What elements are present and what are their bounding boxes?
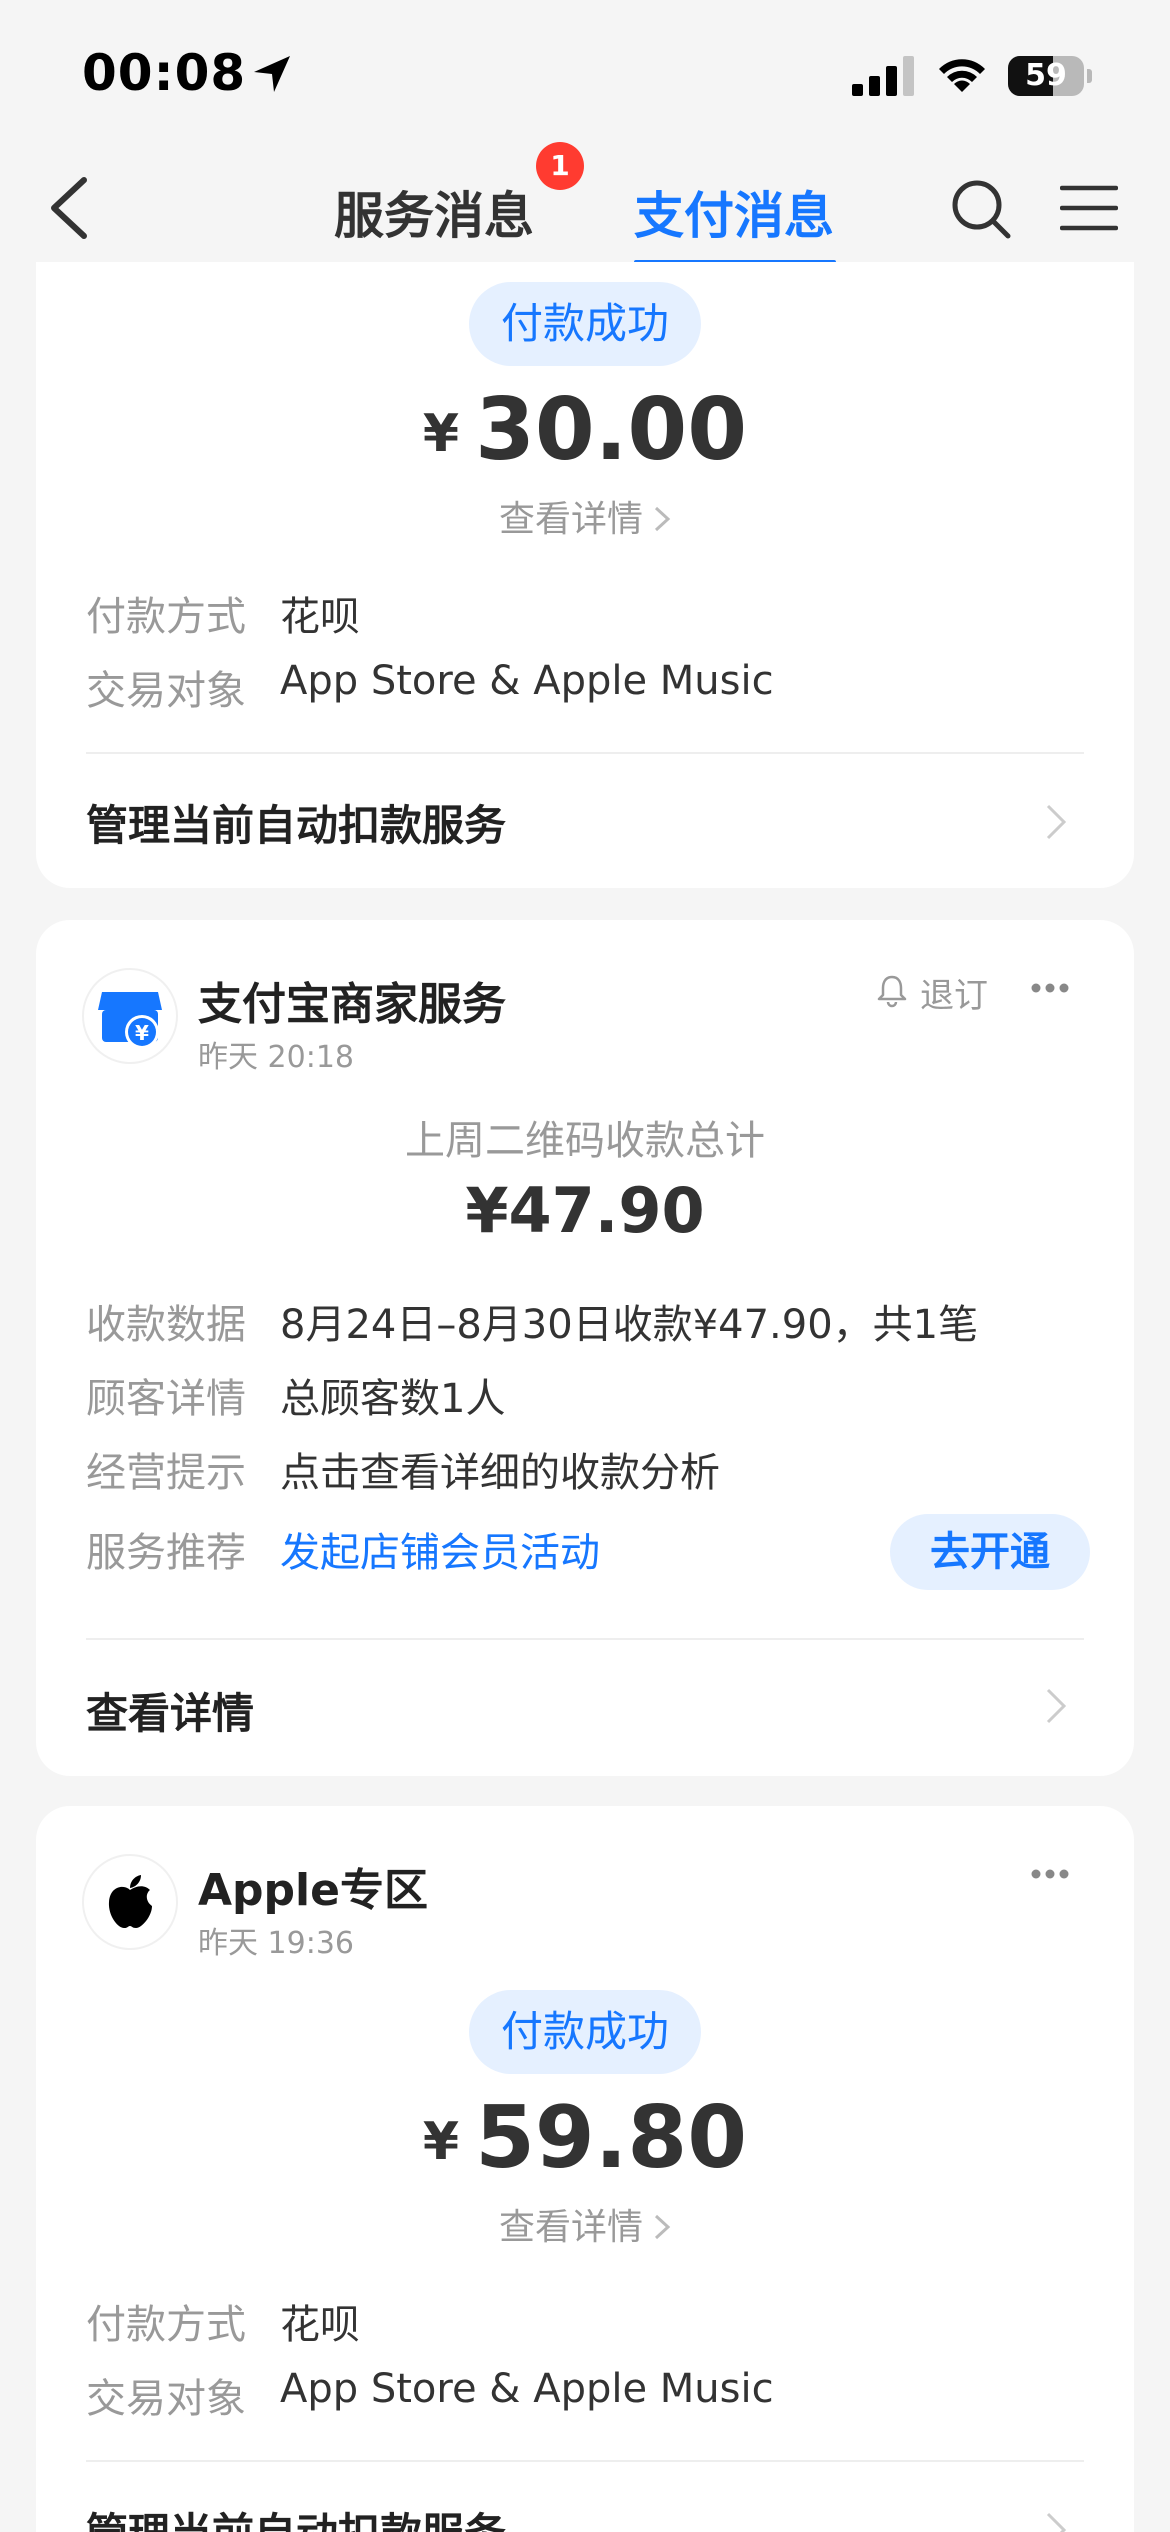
view-detail-link[interactable]: 查看详情 bbox=[36, 490, 1134, 542]
unsubscribe-button[interactable]: 退订 bbox=[920, 968, 988, 1017]
row-value: 总顾客数1人 bbox=[280, 1376, 506, 1422]
battery-indicator: 59 bbox=[1008, 56, 1092, 96]
divider bbox=[86, 1638, 1084, 1640]
tab-payment-messages[interactable]: 支付消息 bbox=[634, 176, 834, 248]
cellular-signal-icon bbox=[852, 56, 914, 96]
row-label: 交易对象 bbox=[86, 2376, 246, 2422]
merchant-avatar bbox=[84, 1856, 176, 1948]
payment-amount: ¥59.80 bbox=[422, 2088, 748, 2188]
chevron-right-icon bbox=[654, 2214, 671, 2240]
manage-autopay-button[interactable]: 管理当前自动扣款服务 bbox=[86, 2500, 506, 2532]
nav-header: 服务消息 支付消息 bbox=[0, 150, 1170, 272]
row-label: 服务推荐 bbox=[86, 1530, 246, 1576]
view-detail-button[interactable]: 查看详情 bbox=[86, 1680, 254, 1741]
battery-percent: 59 bbox=[1025, 58, 1067, 93]
row-label: 经营提示 bbox=[86, 1450, 246, 1496]
payment-card[interactable]: 付款成功 ¥30.00 查看详情 付款方式 花呗 交易对象 App Store … bbox=[36, 262, 1134, 888]
more-options-icon[interactable] bbox=[1028, 980, 1072, 996]
merchant-name: 支付宝商家服务 bbox=[198, 979, 506, 1030]
service-recommend-link[interactable]: 发起店铺会员活动 bbox=[280, 1520, 600, 1578]
payment-amount: ¥30.00 bbox=[422, 380, 748, 480]
chevron-right-icon bbox=[1046, 2512, 1067, 2532]
row-value: App Store & Apple Music bbox=[280, 658, 774, 704]
row-label: 收款数据 bbox=[86, 1302, 246, 1348]
tab-service-messages[interactable]: 服务消息 bbox=[334, 176, 534, 248]
row-value: 点击查看详细的收款分析 bbox=[280, 1450, 720, 1496]
row-value: 花呗 bbox=[280, 594, 360, 640]
message-time: 昨天 20:18 bbox=[198, 1040, 354, 1075]
row-value: 花呗 bbox=[280, 2302, 360, 2348]
wifi-icon bbox=[939, 59, 985, 92]
status-bar: 00:08 59 bbox=[0, 0, 1170, 150]
bell-icon[interactable] bbox=[874, 972, 910, 1008]
manage-autopay-button[interactable]: 管理当前自动扣款服务 bbox=[86, 792, 506, 853]
merchant-avatar: ¥ bbox=[84, 970, 176, 1062]
status-time: 00:08 bbox=[82, 44, 247, 102]
menu-icon[interactable] bbox=[1060, 182, 1118, 234]
merchant-name: Apple专区 bbox=[198, 1865, 428, 1916]
message-time: 昨天 19:36 bbox=[198, 1926, 354, 1961]
row-value: App Store & Apple Music bbox=[280, 2366, 774, 2412]
divider bbox=[86, 2460, 1084, 2462]
open-service-button[interactable]: 去开通 bbox=[890, 1514, 1090, 1590]
chevron-right-icon bbox=[1046, 804, 1067, 840]
apple-logo-icon bbox=[108, 1875, 152, 1928]
unread-badge: 1 bbox=[536, 142, 584, 190]
row-label: 交易对象 bbox=[86, 668, 246, 714]
row-label: 付款方式 bbox=[86, 2302, 246, 2348]
summary-amount: ¥47.90 bbox=[465, 1174, 705, 1247]
location-arrow-icon bbox=[254, 56, 290, 92]
search-icon[interactable] bbox=[948, 176, 1014, 242]
chevron-right-icon bbox=[654, 506, 671, 532]
chevron-right-icon bbox=[1046, 1688, 1067, 1724]
status-pill: 付款成功 bbox=[469, 282, 701, 366]
view-detail-link[interactable]: 查看详情 bbox=[36, 2198, 1134, 2250]
svg-text:¥: ¥ bbox=[135, 1021, 149, 1045]
status-pill: 付款成功 bbox=[469, 1990, 701, 2074]
divider bbox=[86, 752, 1084, 754]
store-icon: ¥ bbox=[98, 992, 162, 1049]
apple-payment-card[interactable]: Apple专区 昨天 19:36 付款成功 ¥59.80 查看详情 付款方式 花… bbox=[36, 1806, 1134, 2532]
back-chevron-icon[interactable] bbox=[40, 172, 100, 244]
merchant-card[interactable]: ¥ 支付宝商家服务 昨天 20:18 退订 上周二维码收款总计 ¥47.90 收… bbox=[36, 920, 1134, 1776]
more-options-icon[interactable] bbox=[1028, 1866, 1072, 1882]
summary-title: 上周二维码收款总计 bbox=[405, 1118, 765, 1164]
row-value: 8月24日–8月30日收款¥47.90，共1笔 bbox=[280, 1302, 979, 1348]
row-label: 顾客详情 bbox=[86, 1376, 246, 1422]
row-label: 付款方式 bbox=[86, 594, 246, 640]
